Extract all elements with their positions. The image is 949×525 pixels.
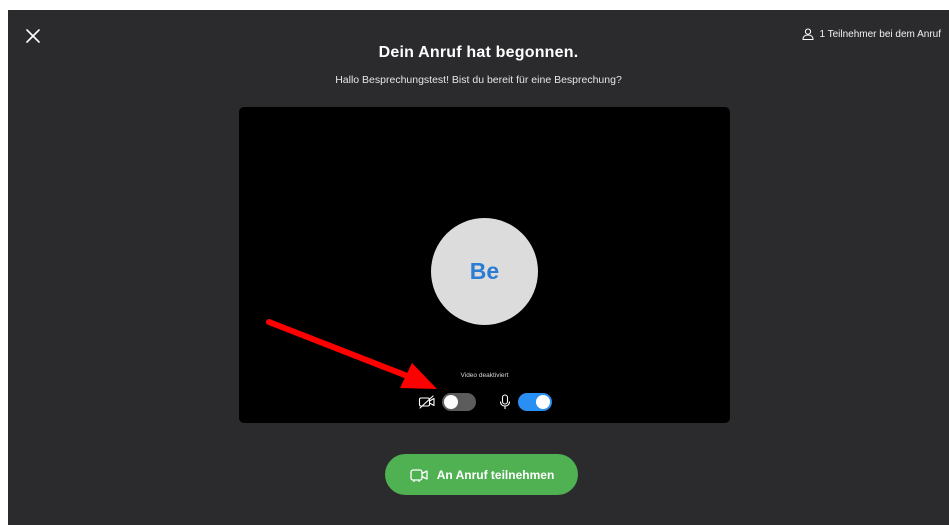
video-call-icon <box>410 468 428 482</box>
toggle-knob <box>535 395 550 409</box>
toggle-knob <box>443 395 458 409</box>
media-controls <box>239 393 730 411</box>
close-button[interactable] <box>24 27 42 45</box>
camera-control <box>418 393 476 411</box>
participants-label: 1 Teilnehmer bei dem Anruf <box>819 28 941 40</box>
video-preview: Be Video deaktiviert <box>239 107 730 423</box>
call-window: 1 Teilnehmer bei dem Anruf Dein Anruf ha… <box>8 10 949 525</box>
participants-indicator[interactable]: 1 Teilnehmer bei dem Anruf <box>802 28 941 40</box>
person-icon <box>802 28 814 40</box>
microphone-control <box>498 393 552 411</box>
microphone-icon <box>499 394 510 409</box>
page-title: Dein Anruf hat begonnen. <box>378 44 579 61</box>
video-status-label: Video deaktiviert <box>460 372 509 379</box>
join-call-label: An Anruf teilnehmen <box>436 467 555 482</box>
microphone-toggle[interactable] <box>517 393 552 411</box>
camera-off-icon <box>418 395 435 409</box>
page-subtitle: Hallo Besprechungstest! Bist du bereit f… <box>335 74 622 86</box>
avatar: Be <box>431 218 538 325</box>
close-icon <box>26 29 40 43</box>
join-call-button[interactable]: An Anruf teilnehmen <box>385 454 578 495</box>
camera-toggle[interactable] <box>441 393 476 411</box>
